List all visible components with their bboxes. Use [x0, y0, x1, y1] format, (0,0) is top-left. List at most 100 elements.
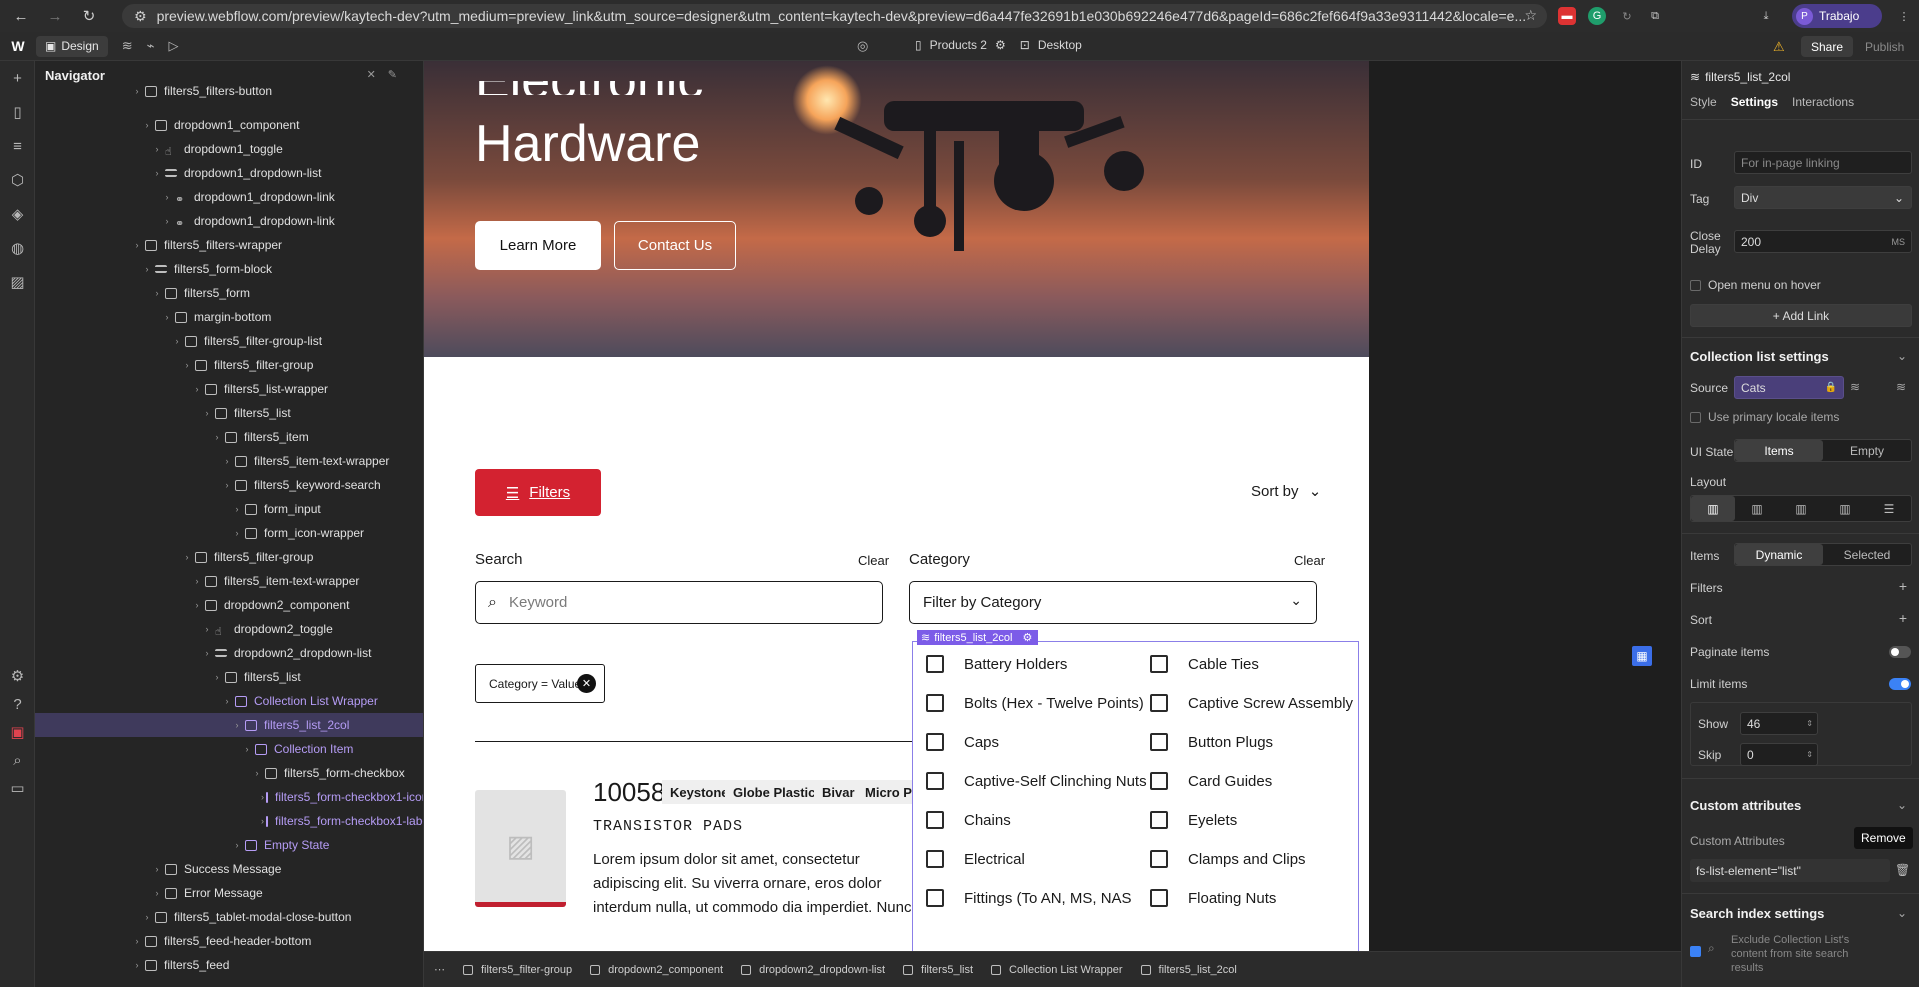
- publish-button[interactable]: Publish: [1857, 36, 1912, 57]
- contact-us-button[interactable]: Contact Us: [614, 221, 736, 270]
- trash-icon[interactable]: 🗑: [1895, 863, 1910, 877]
- category-checkbox-item[interactable]: Caps: [926, 733, 999, 751]
- design-mode-button[interactable]: ▣ Design: [36, 35, 108, 57]
- pages-icon[interactable]: ▯: [0, 95, 35, 129]
- tree-item[interactable]: › dropdown1_dropdown-link: [35, 209, 423, 233]
- chevron-right-icon[interactable]: ›: [151, 888, 163, 898]
- design-canvas[interactable]: Electronic Hardware Learn More Contact U…: [424, 61, 1369, 951]
- chevron-right-icon[interactable]: ›: [191, 384, 203, 394]
- chevron-right-icon[interactable]: ›: [201, 648, 213, 658]
- chevron-right-icon[interactable]: ›: [221, 456, 233, 466]
- chevron-right-icon[interactable]: ›: [221, 480, 233, 490]
- category-checkbox-item[interactable]: Cable Ties: [1150, 655, 1259, 673]
- tree-item[interactable]: › filters5_feed-header-bottom: [35, 929, 423, 953]
- add-link-button[interactable]: + Add Link: [1690, 304, 1912, 327]
- breadcrumb-item[interactable]: dropdown2_dropdown-list: [741, 964, 885, 976]
- video-icon[interactable]: ▭: [0, 771, 35, 805]
- globe-icon[interactable]: ◎: [857, 38, 868, 54]
- collection-grid-icon[interactable]: ▦: [1632, 646, 1652, 666]
- checkbox-icon[interactable]: [926, 694, 944, 712]
- chevron-right-icon[interactable]: ›: [261, 792, 264, 802]
- chevron-right-icon[interactable]: ›: [201, 408, 213, 418]
- tree-item[interactable]: › dropdown2_toggle: [35, 617, 423, 641]
- close-delay-input[interactable]: 200 MS: [1734, 230, 1912, 253]
- chevron-down-icon[interactable]: ⌄: [1897, 906, 1907, 920]
- tab-style[interactable]: Style: [1690, 95, 1717, 109]
- database-icon[interactable]: ≋: [1850, 380, 1860, 394]
- primary-locale-checkbox[interactable]: [1690, 412, 1701, 423]
- tree-item[interactable]: › filters5_list: [35, 401, 423, 425]
- forward-icon[interactable]: →: [42, 3, 68, 29]
- items-selected[interactable]: Selected: [1823, 544, 1911, 565]
- tree-item[interactable]: › Collection List Wrapper: [35, 689, 423, 713]
- analytics-icon[interactable]: ⌁: [147, 38, 155, 54]
- checkbox-icon[interactable]: [1150, 655, 1168, 673]
- tree-item[interactable]: › filters5_list_2col: [35, 713, 423, 737]
- tree-item[interactable]: › margin-bottom: [35, 305, 423, 329]
- chevron-right-icon[interactable]: ›: [221, 696, 233, 706]
- breadcrumb-item[interactable]: filters5_list: [903, 964, 973, 976]
- extensions-puzzle-icon[interactable]: ⧉: [1646, 7, 1664, 25]
- tree-item[interactable]: › filters5_form-checkbox: [35, 761, 423, 785]
- category-checkbox-item[interactable]: Battery Holders: [926, 655, 1067, 673]
- chevron-right-icon[interactable]: ›: [151, 864, 163, 874]
- more-icon[interactable]: ⋯: [434, 963, 445, 976]
- chevron-right-icon[interactable]: ›: [211, 432, 223, 442]
- chevron-right-icon[interactable]: ›: [161, 312, 173, 322]
- chevron-right-icon[interactable]: ›: [181, 552, 193, 562]
- tree-item[interactable]: › filters5_filter-group: [35, 353, 423, 377]
- chevron-right-icon[interactable]: ›: [151, 144, 163, 154]
- chevron-right-icon[interactable]: ›: [131, 240, 143, 250]
- items-dynamic[interactable]: Dynamic: [1735, 544, 1823, 565]
- category-checkbox-item[interactable]: Clamps and Clips: [1150, 850, 1306, 868]
- category-checkbox-item[interactable]: Bolts (Hex - Twelve Points): [926, 694, 1144, 712]
- breadcrumb-item[interactable]: filters5_filter-group: [463, 964, 572, 976]
- styles-icon[interactable]: ◍: [0, 231, 35, 265]
- checkbox-icon[interactable]: [1150, 811, 1168, 829]
- chevron-right-icon[interactable]: ›: [131, 960, 143, 970]
- ui-state-empty[interactable]: Empty: [1823, 440, 1911, 461]
- tab-settings[interactable]: Settings: [1731, 95, 1778, 109]
- page-selector[interactable]: ▯ Products 2 ⚙ ⊡ Desktop: [915, 38, 1082, 52]
- tree-item[interactable]: › dropdown2_component: [35, 593, 423, 617]
- chevron-right-icon[interactable]: ›: [191, 600, 203, 610]
- tree-item[interactable]: › dropdown1_dropdown-list: [35, 161, 423, 185]
- search-clear-link[interactable]: Clear: [858, 553, 889, 568]
- stepper-icon[interactable]: ⇕: [1806, 750, 1813, 759]
- checkbox-icon[interactable]: [926, 850, 944, 868]
- category-checkbox-item[interactable]: Floating Nuts: [1150, 889, 1276, 907]
- keyword-search-input[interactable]: ⌕ Keyword: [475, 581, 883, 624]
- layout-2col-icon[interactable]: ▥: [1735, 496, 1779, 521]
- tree-item[interactable]: › filters5_form: [35, 281, 423, 305]
- chevron-right-icon[interactable]: ›: [191, 576, 203, 586]
- chevron-right-icon[interactable]: ›: [151, 288, 163, 298]
- chevron-right-icon[interactable]: ›: [201, 624, 213, 634]
- profile-button[interactable]: P Trabajo: [1792, 4, 1882, 28]
- tree-item[interactable]: › Empty State: [35, 833, 423, 857]
- tree-item[interactable]: › filters5_form-checkbox1-icon: [35, 785, 423, 809]
- assets-icon[interactable]: ▨: [0, 265, 35, 299]
- stepper-icon[interactable]: ⇕: [1806, 719, 1813, 728]
- tree-item[interactable]: › filters5_filter-group-list: [35, 329, 423, 353]
- tree-item[interactable]: › filters5_keyword-search: [35, 473, 423, 497]
- breakpoint-label[interactable]: Desktop: [1038, 38, 1082, 52]
- checkbox-icon[interactable]: [926, 733, 944, 751]
- layout-rows-icon[interactable]: ☰: [1867, 496, 1911, 521]
- chevron-right-icon[interactable]: ›: [251, 768, 263, 778]
- selected-element-badge[interactable]: ≋ filters5_list_2col ⚙: [917, 630, 1039, 645]
- paginate-toggle[interactable]: [1889, 646, 1911, 658]
- category-checkbox-item[interactable]: Button Plugs: [1150, 733, 1273, 751]
- add-icon[interactable]: +: [0, 61, 35, 95]
- tree-item[interactable]: › filters5_filters-wrapper: [35, 233, 423, 257]
- show-input[interactable]: 46 ⇕: [1740, 712, 1818, 735]
- tree-item[interactable]: › filters5_item: [35, 425, 423, 449]
- checkbox-icon[interactable]: [1150, 850, 1168, 868]
- tag-select[interactable]: Div ⌄: [1734, 186, 1912, 209]
- tree-item[interactable]: › form_icon-wrapper: [35, 521, 423, 545]
- tree-item[interactable]: › filters5_form-block: [35, 257, 423, 281]
- browser-menu-icon[interactable]: ⋮: [1895, 7, 1913, 25]
- checkbox-icon[interactable]: [1150, 694, 1168, 712]
- learn-more-button[interactable]: Learn More: [475, 221, 601, 270]
- checkbox-icon[interactable]: [926, 655, 944, 673]
- breadcrumb-item[interactable]: dropdown2_component: [590, 964, 723, 976]
